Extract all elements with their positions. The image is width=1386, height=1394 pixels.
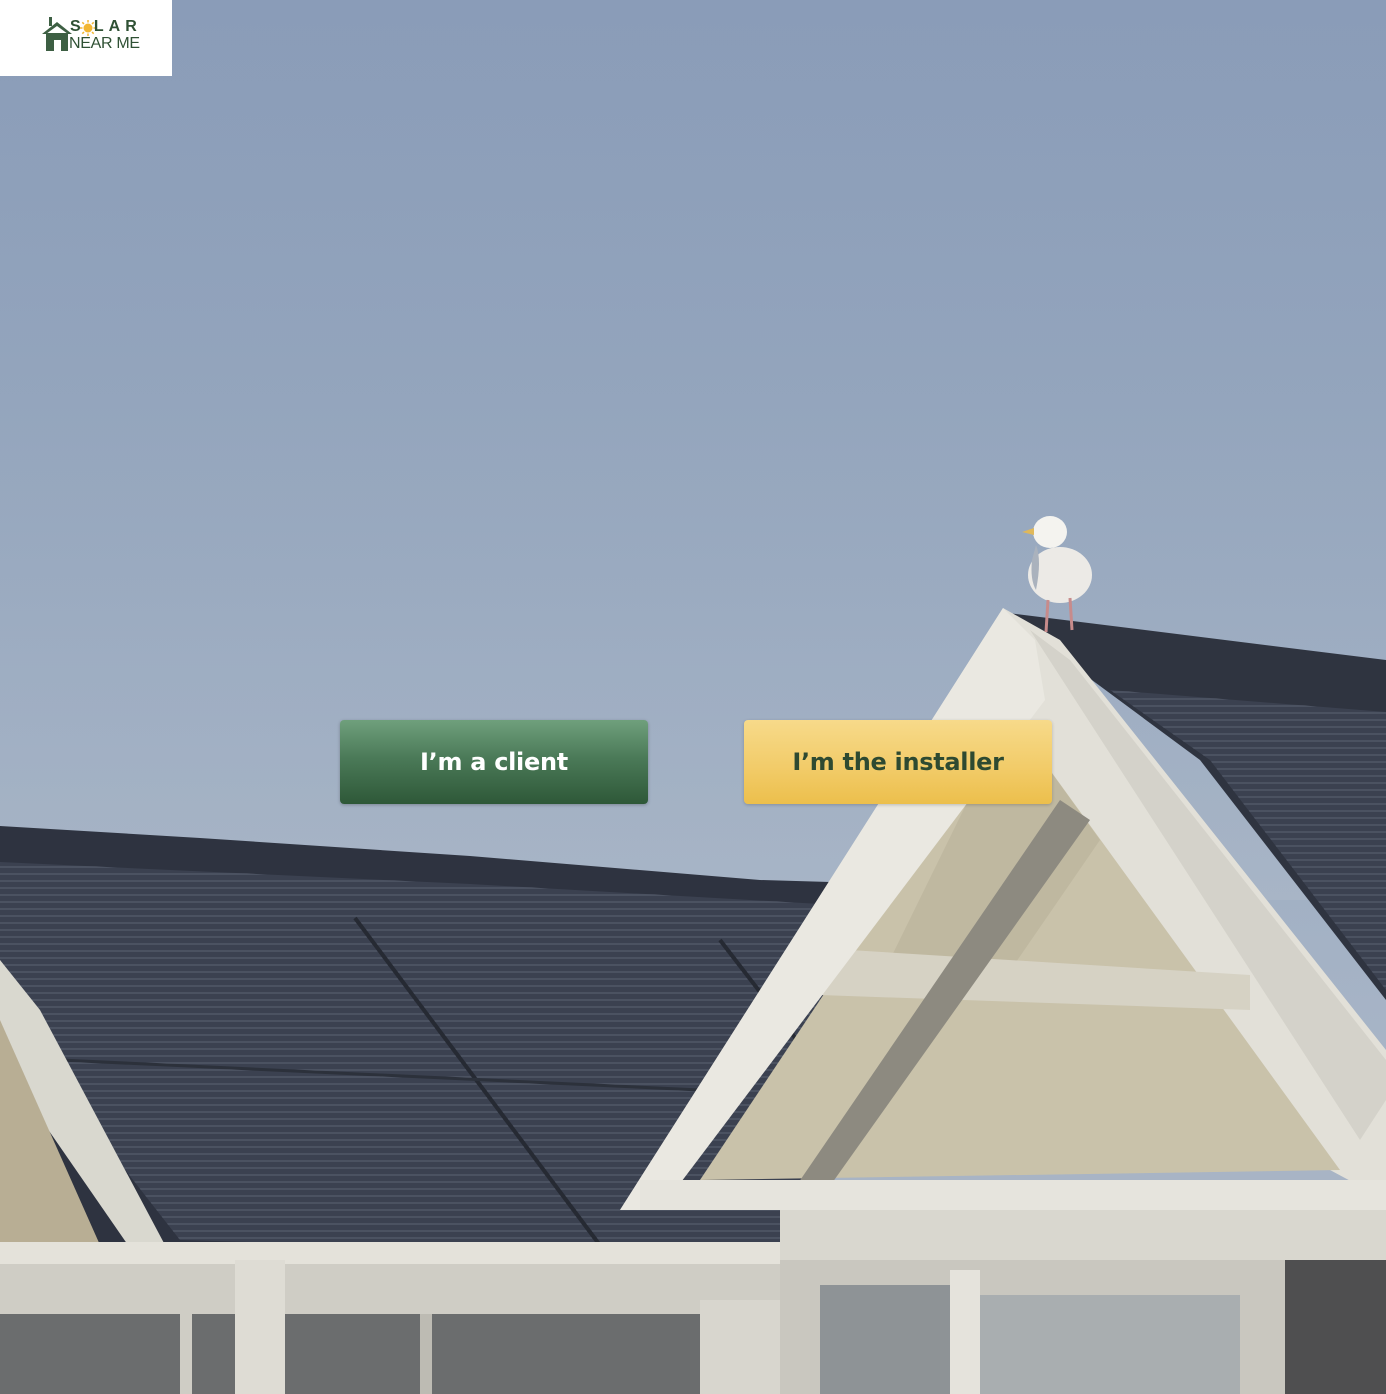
logo-wordmark-solar: S LAR bbox=[70, 18, 142, 35]
site-logo[interactable]: S LAR NEAR ME bbox=[0, 0, 172, 76]
hero-background-photo bbox=[0, 0, 1386, 1394]
installer-button[interactable]: I’m the installer bbox=[744, 720, 1052, 804]
client-button-label: I’m a client bbox=[420, 748, 568, 776]
client-button[interactable]: I’m a client bbox=[340, 720, 648, 804]
installer-button-label: I’m the installer bbox=[792, 748, 1004, 776]
landing-page: S LAR NEAR ME I’m a client I’m the insta… bbox=[0, 0, 1386, 1394]
logo-wordmark-near-me: NEAR ME bbox=[69, 35, 140, 52]
